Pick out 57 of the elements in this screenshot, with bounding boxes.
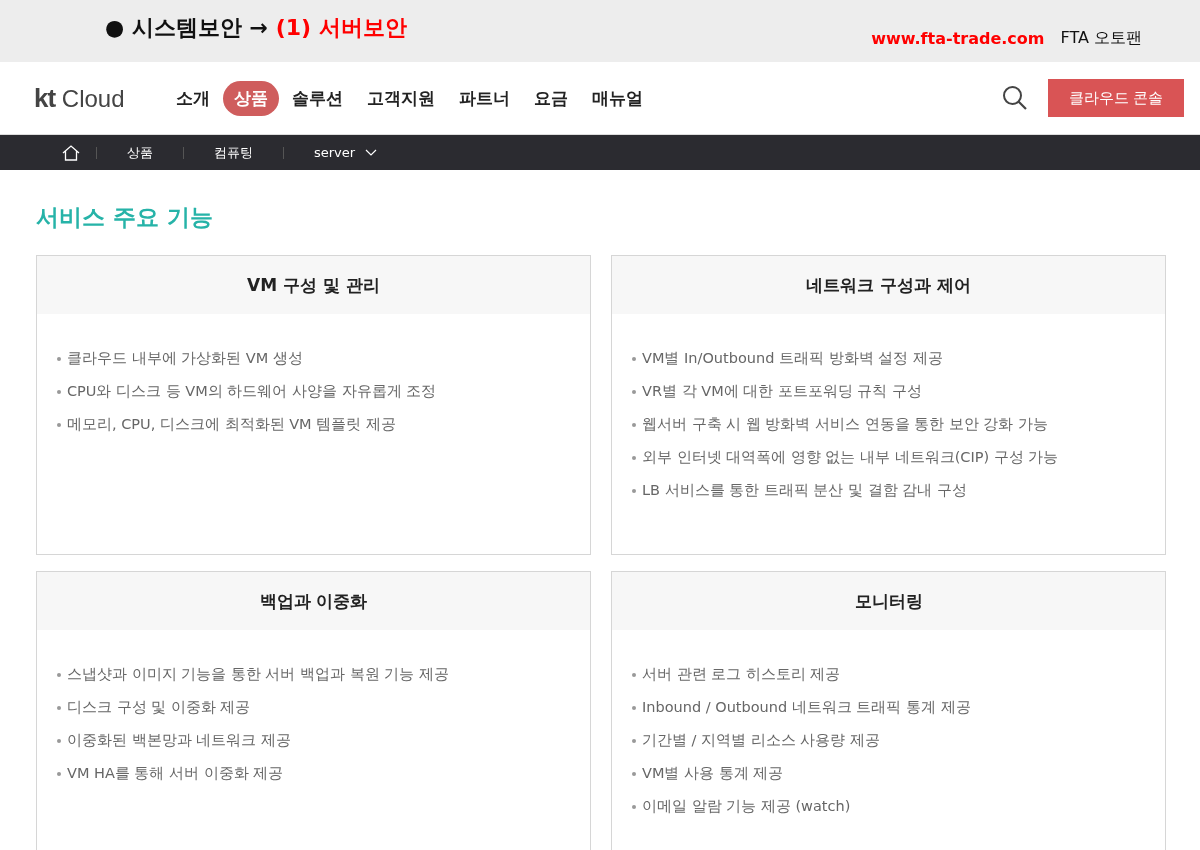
section-title: 서비스 주요 기능 — [36, 203, 214, 232]
feature-text: CPU와 디스크 등 VM의 하드웨어 사양을 자유롭게 조정 — [67, 382, 437, 401]
feature-text: VM별 In/Outbound 트래픽 방화벽 설정 제공 — [642, 349, 943, 368]
feature-text: 이메일 알람 기능 제공 (watch) — [642, 797, 851, 816]
feature-text: VM HA를 통해 서버 이중화 제공 — [67, 764, 284, 783]
nav-item[interactable]: 소개 — [164, 80, 221, 116]
home-icon[interactable] — [62, 144, 80, 161]
card-title: 모니터링 — [854, 589, 923, 613]
bullet-icon — [57, 771, 61, 776]
bullet-icon — [632, 356, 636, 361]
nav-item[interactable]: 파트너 — [447, 80, 521, 116]
feature-text: 스냅샷과 이미지 기능을 통한 서버 백업과 복원 기능 제공 — [67, 665, 449, 684]
feature-text: 웹서버 구축 시 웹 방화벽 서비스 연동을 통한 보안 강화 가능 — [642, 415, 1049, 434]
breadcrumb-item[interactable]: server — [314, 145, 378, 160]
bullet-icon — [57, 389, 61, 394]
nav-item[interactable]: 요금 — [522, 80, 579, 116]
console-button[interactable]: 클라우드 콘솔 — [1048, 79, 1184, 117]
banner-title: ● 시스템보안 → (1) 서버보안 — [105, 14, 407, 42]
feature-text: 기간별 / 지역별 리소스 사용량 제공 — [642, 731, 880, 750]
bullet-icon — [632, 389, 636, 394]
bullet-icon — [632, 672, 636, 677]
nav-item[interactable]: 솔루션 — [280, 80, 354, 116]
bullet-icon — [57, 705, 61, 710]
brand-name: FTA 오토팬 — [1060, 27, 1142, 49]
bullet-icon — [632, 771, 636, 776]
bullet-icon — [632, 738, 636, 743]
bullet-icon — [57, 422, 61, 427]
bullet-icon — [632, 705, 636, 710]
bullet-icon — [57, 738, 61, 743]
nav-item[interactable]: 상품 — [222, 80, 279, 116]
feature-text: 디스크 구성 및 이중화 제공 — [67, 698, 251, 717]
feature-text: 서버 관련 로그 히스토리 제공 — [642, 665, 841, 684]
breadcrumb-item[interactable]: 컴퓨팅 — [214, 143, 253, 162]
bullet-icon — [57, 672, 61, 677]
feature-text: VM별 사용 통계 제공 — [642, 764, 784, 783]
breadcrumb-item[interactable]: 상품 — [127, 143, 153, 162]
nav-item[interactable]: 고객지원 — [355, 80, 446, 116]
logo[interactable]: kt Cloud — [34, 82, 125, 114]
bullet-icon — [632, 804, 636, 809]
card-title: VM 구성 및 관리 — [247, 273, 380, 297]
feature-text: Inbound / Outbound 네트워크 트래픽 통계 제공 — [642, 698, 971, 717]
search-icon[interactable] — [1002, 85, 1028, 111]
bullet-icon — [57, 356, 61, 361]
feature-text: LB 서비스를 통한 트래픽 분산 및 결함 감내 구성 — [642, 481, 967, 500]
card-title: 백업과 이중화 — [259, 589, 368, 613]
feature-text: 클라우드 내부에 가상화된 VM 생성 — [67, 349, 303, 368]
feature-text: 메모리, CPU, 디스크에 최적화된 VM 템플릿 제공 — [67, 415, 396, 434]
nav-item[interactable]: 매뉴얼 — [580, 80, 654, 116]
chevron-down-icon[interactable] — [365, 148, 378, 157]
bullet-icon — [632, 455, 636, 460]
card-title: 네트워크 구성과 제어 — [806, 273, 971, 297]
feature-text: 외부 인터넷 대역폭에 영향 없는 내부 네트워크(CIP) 구성 가능 — [642, 448, 1059, 467]
site-url: www.fta-trade.com — [871, 28, 1045, 48]
feature-text: VR별 각 VM에 대한 포트포워딩 규칙 구성 — [642, 382, 923, 401]
feature-text: 이중화된 백본망과 네트워크 제공 — [67, 731, 291, 750]
bullet-icon — [632, 488, 636, 493]
bullet-icon — [632, 422, 636, 427]
